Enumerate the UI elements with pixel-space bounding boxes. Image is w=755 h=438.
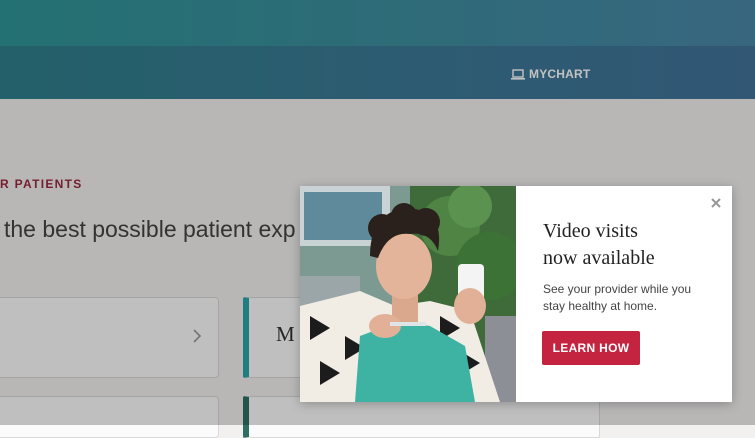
modal-body: See your provider while you stay healthy… xyxy=(543,281,713,315)
modal-photo xyxy=(300,186,516,402)
video-visits-modal: Video visits now available See your prov… xyxy=(300,186,732,402)
modal-body-line: stay healthy at home. xyxy=(543,299,658,313)
modal-title-line: now available xyxy=(543,247,655,269)
modal-title-line: Video visits xyxy=(543,220,638,242)
photo-illustration xyxy=(300,186,516,402)
close-button[interactable] xyxy=(708,195,724,211)
close-icon xyxy=(711,198,721,208)
modal-body-line: See your provider while you xyxy=(543,282,692,296)
modal-title: Video visits now available xyxy=(543,218,713,272)
learn-how-button[interactable]: LEARN HOW xyxy=(542,331,640,365)
